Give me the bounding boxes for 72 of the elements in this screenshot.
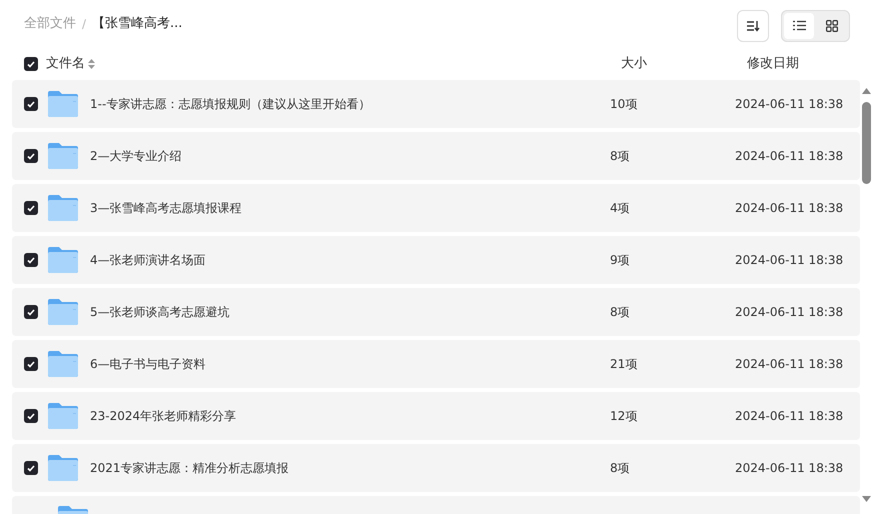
modified-date: 2024-06-11 18:38 (735, 252, 844, 269)
check-icon (27, 464, 35, 472)
modified-date: 2024-06-11 18:38 (735, 200, 844, 217)
file-row[interactable]: 4—张老师演讲名场面 9项 2024-06-11 18:38 (12, 236, 860, 284)
folder-icon (48, 247, 78, 273)
modified-date: 2024-06-11 18:38 (735, 148, 844, 165)
file-row[interactable]: 5—张老师谈高考志愿避坑 8项 2024-06-11 18:38 (12, 288, 860, 336)
scrollbar-thumb[interactable] (862, 102, 871, 184)
list-icon (792, 20, 806, 31)
checkbox[interactable] (24, 409, 38, 423)
folder-icon (48, 299, 78, 325)
file-size: 8项 (610, 148, 631, 165)
file-name: 23-2024年张老师精彩分享 (90, 408, 238, 425)
check-icon (27, 152, 35, 160)
check-icon (27, 204, 35, 212)
file-row[interactable]: 23-2024年张老师精彩分享 12项 2024-06-11 18:38 (12, 392, 860, 440)
column-header: 修改日期 (747, 55, 799, 74)
folder-icon (48, 351, 78, 377)
file-name: 3—张雪峰高考志愿填报课程 (90, 200, 243, 217)
sort-button[interactable] (737, 10, 769, 42)
file-name: 4—张老师演讲名场面 (90, 252, 207, 269)
column-header: 大小 (621, 55, 648, 74)
folder-icon (48, 195, 78, 221)
scroll-down-icon[interactable] (862, 496, 871, 502)
file-name: 2021专家讲志愿：精准分析志愿填报 (90, 460, 290, 477)
file-size: 8项 (610, 304, 631, 321)
sort-arrows-icon (88, 59, 95, 69)
checkbox[interactable] (24, 149, 38, 163)
file-name: 2—大学专业介绍 (90, 148, 183, 165)
file-row[interactable]: 3—张雪峰高考志愿填报课程 4项 2024-06-11 18:38 (12, 184, 860, 232)
file-row[interactable]: 2—大学专业介绍 8项 2024-06-11 18:38 (12, 132, 860, 180)
folder-icon (48, 455, 78, 481)
file-size: 10项 (610, 96, 638, 113)
check-icon (27, 256, 35, 264)
file-row[interactable]: 6—电子书与电子资料 21项 2024-06-11 18:38 (12, 340, 860, 388)
checkbox[interactable] (24, 357, 38, 371)
check-icon (27, 308, 35, 316)
check-icon (27, 100, 35, 108)
file-row[interactable]: 2021专家讲志愿：精准分析志愿填报 8项 2024-06-11 18:38 (12, 444, 860, 492)
grid-icon (826, 20, 838, 32)
checkbox[interactable] (24, 305, 38, 319)
file-row[interactable]: 1--专家讲志愿：志愿填报规则（建议从这里开始看） 10项 2024-06-11 18:38 (12, 80, 860, 128)
breadcrumb-current: 【张雪峰高考... (92, 15, 182, 34)
modified-date: 2024-06-11 18:38 (735, 460, 844, 477)
file-name: 6—电子书与电子资料 (90, 356, 207, 373)
checkbox[interactable] (24, 461, 38, 475)
checkbox[interactable] (24, 97, 38, 111)
modified-date: 2024-06-11 18:38 (735, 96, 844, 113)
checkbox[interactable] (24, 253, 38, 267)
sort-icon (746, 20, 760, 32)
modified-date: 2024-06-11 18:38 (735, 356, 844, 373)
file-name: 5—张老师谈高考志愿避坑 (90, 304, 231, 321)
file-size: 8项 (610, 460, 631, 477)
column-header[interactable]: 文件名 (46, 54, 85, 74)
scroll-up-icon[interactable] (862, 88, 871, 94)
file-size: 12项 (610, 408, 638, 425)
file-name: 1--专家讲志愿：志愿填报规则（建议从这里开始看） (90, 96, 372, 113)
folder-icon (48, 403, 78, 429)
file-size: 9项 (610, 252, 631, 269)
checkbox[interactable] (24, 201, 38, 215)
folder-icon (48, 143, 78, 169)
file-size: 21项 (610, 356, 638, 373)
check-icon (27, 360, 35, 368)
check-icon (27, 412, 35, 420)
file-size: 4项 (610, 200, 631, 217)
list-view-button[interactable] (784, 12, 814, 38)
modified-date: 2024-06-11 18:38 (735, 304, 844, 321)
breadcrumb-separator: / (82, 16, 86, 33)
checkbox[interactable] (24, 57, 38, 71)
modified-date: 2024-06-11 18:38 (735, 408, 844, 425)
check-icon (27, 60, 35, 68)
folder-icon (48, 91, 78, 117)
